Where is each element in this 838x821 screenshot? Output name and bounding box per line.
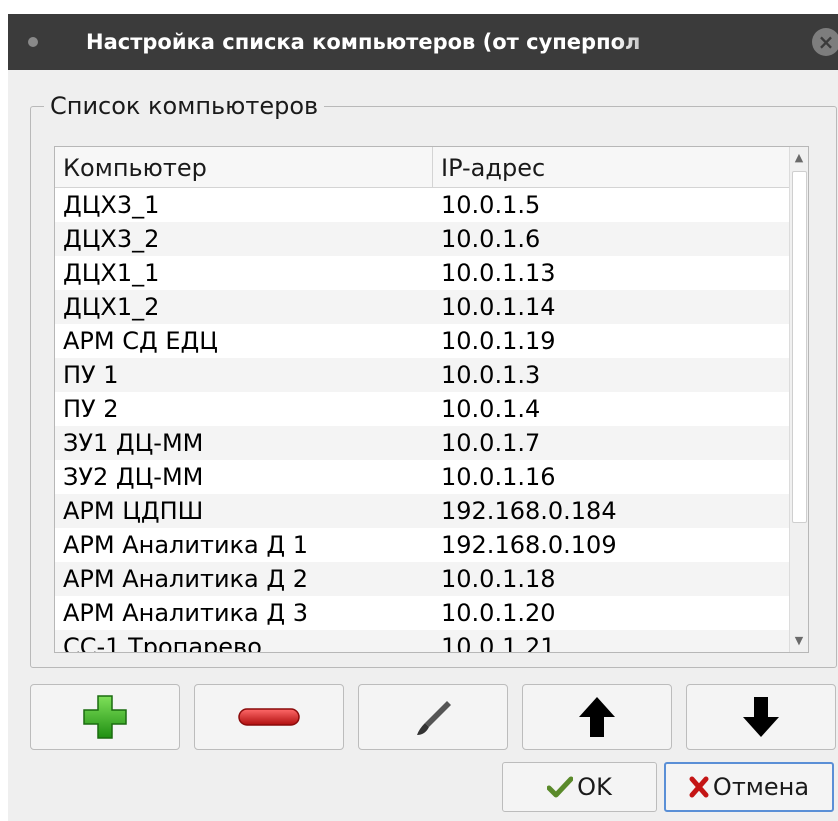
arrow-up-icon [579,697,615,737]
window-menu-icon[interactable] [28,37,38,47]
table-row[interactable]: ПУ 2 10.0.1.4 [55,392,790,426]
table-row[interactable]: ДЦХ1_1 10.0.1.13 [55,256,790,290]
ip-address: 10.0.1.4 [441,395,541,423]
column-header-computer[interactable]: Компьютер [55,147,433,187]
ip-address: 10.0.1.20 [441,599,556,627]
computer-name: АРМ Аналитика Д 3 [63,599,309,627]
scroll-down-icon[interactable]: ▼ [790,630,808,652]
table-row[interactable]: ПУ 1 10.0.1.3 [55,358,790,392]
scroll-up-icon[interactable]: ▲ [790,147,808,169]
vertical-scrollbar[interactable]: ▲ ▼ [789,147,808,652]
computer-name: СС-1 Тропарево [63,633,262,653]
computer-name: ЗУ2 ДЦ-ММ [63,463,204,491]
group-title: Список компьютеров [44,90,325,122]
table-row[interactable]: АРМ ЦДПШ 192.168.0.184 [55,494,790,528]
computer-name: ДЦХ1_2 [63,293,160,321]
table-header: Компьютер IP-адрес [55,147,790,188]
ip-address: 10.0.1.18 [441,565,556,593]
computer-name: ПУ 2 [63,395,119,423]
close-icon[interactable]: × [812,28,838,56]
edit-button[interactable] [358,684,508,750]
computer-name: ЗУ1 ДЦ-ММ [63,429,204,457]
window-title: Настройка списка компьютеров (от суперпо… [86,30,641,54]
brush-icon [417,701,451,735]
scrollbar-thumb[interactable] [792,171,807,523]
table-row[interactable]: СС-1 Тропарево 10.0.1.21 [55,630,790,653]
computer-name: ДЦХ3_1 [63,191,160,219]
computer-name: АРМ Аналитика Д 1 [63,531,309,559]
ip-address: 10.0.1.14 [441,293,556,321]
ip-address: 10.0.1.21 [441,633,556,653]
move-down-button[interactable] [686,684,836,750]
computer-table: Компьютер IP-адрес ДЦХ3_1 10.0.1.5 ДЦХ3_2… [54,146,809,653]
computer-name: ДЦХ1_1 [63,259,160,287]
cancel-button[interactable]: Отмена [664,762,834,812]
ip-address: 10.0.1.7 [441,429,541,457]
table-row[interactable]: АРМ Аналитика Д 1 192.168.0.109 [55,528,790,562]
table-body: ДЦХ3_1 10.0.1.5 ДЦХ3_2 10.0.1.6 ДЦХ1_1 10.0… [55,188,790,653]
table-row[interactable]: ЗУ2 ДЦ-ММ 10.0.1.16 [55,460,790,494]
check-icon [547,776,574,798]
computer-name: АРМ Аналитика Д 2 [63,565,309,593]
minus-icon [238,708,300,726]
move-up-button[interactable] [522,684,672,750]
computer-name: ДЦХ3_2 [63,225,160,253]
table-row[interactable]: ДЦХ1_2 10.0.1.14 [55,290,790,324]
add-button[interactable] [30,684,180,750]
table-row[interactable]: ДЦХ3_2 10.0.1.6 [55,222,790,256]
dialog-window: Настройка списка компьютеров (от суперпо… [8,14,838,821]
ip-address: 10.0.1.19 [441,327,556,355]
ip-address: 192.168.0.184 [441,497,617,525]
column-header-ip[interactable]: IP-адрес [433,147,790,187]
cancel-label: Отмена [712,773,810,801]
computer-name: АРМ СД ЕДЦ [63,327,218,355]
table-row[interactable]: АРМ СД ЕДЦ 10.0.1.19 [55,324,790,358]
ip-address: 10.0.1.5 [441,191,541,219]
cross-icon [689,776,709,798]
remove-button[interactable] [194,684,344,750]
ip-address: 192.168.0.109 [441,531,617,559]
ok-label: OK [577,773,612,801]
title-bar: Настройка списка компьютеров (от суперпо… [8,14,838,70]
ip-address: 10.0.1.3 [441,361,541,389]
computer-name: АРМ ЦДПШ [63,497,204,525]
computer-name: ПУ 1 [63,361,119,389]
table-row[interactable]: ДЦХ3_1 10.0.1.5 [55,188,790,222]
ip-address: 10.0.1.13 [441,259,556,287]
table-row[interactable]: АРМ Аналитика Д 2 10.0.1.18 [55,562,790,596]
ip-address: 10.0.1.16 [441,463,556,491]
table-row[interactable]: АРМ Аналитика Д 3 10.0.1.20 [55,596,790,630]
ip-address: 10.0.1.6 [441,225,541,253]
arrow-down-icon [743,697,779,737]
table-row[interactable]: ЗУ1 ДЦ-ММ 10.0.1.7 [55,426,790,460]
plus-icon [83,695,127,739]
ok-button[interactable]: OK [502,762,657,812]
